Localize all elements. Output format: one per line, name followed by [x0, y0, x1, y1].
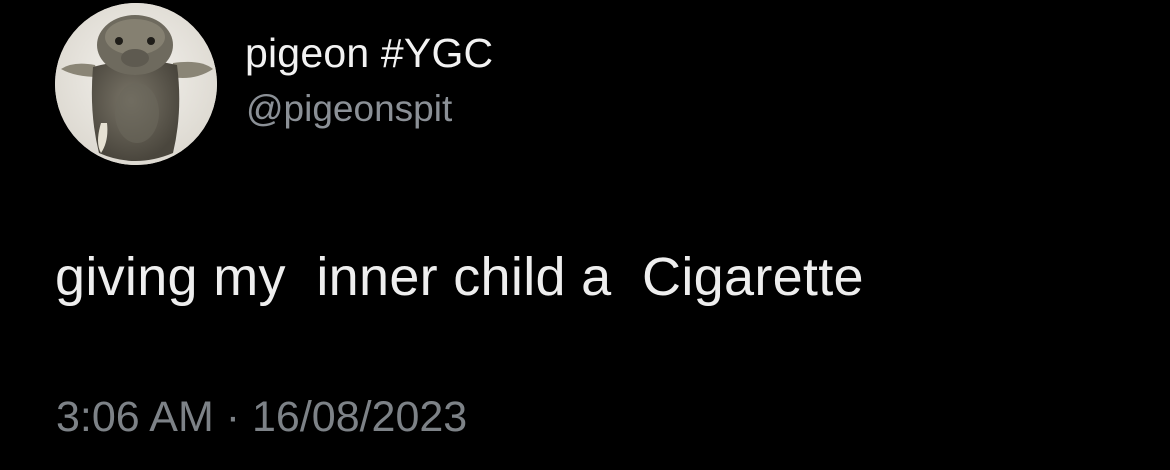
- tweet-timestamp[interactable]: 3:06 AM · 16/08/2023: [56, 393, 467, 442]
- tweet-date: 16/08/2023: [252, 393, 468, 441]
- author-handle[interactable]: @pigeonspit: [246, 88, 452, 130]
- tweet-text: giving my inner child a Cigarette: [55, 247, 864, 307]
- timestamp-separator: ·: [225, 393, 241, 441]
- tweet-card: pigeon #YGC @pigeonspit giving my inner …: [0, 0, 1170, 470]
- author-display-name[interactable]: pigeon #YGC: [245, 30, 493, 77]
- tweet-time: 3:06 AM: [56, 393, 214, 441]
- avatar[interactable]: [55, 3, 217, 165]
- avatar-photo-icon: [55, 3, 217, 165]
